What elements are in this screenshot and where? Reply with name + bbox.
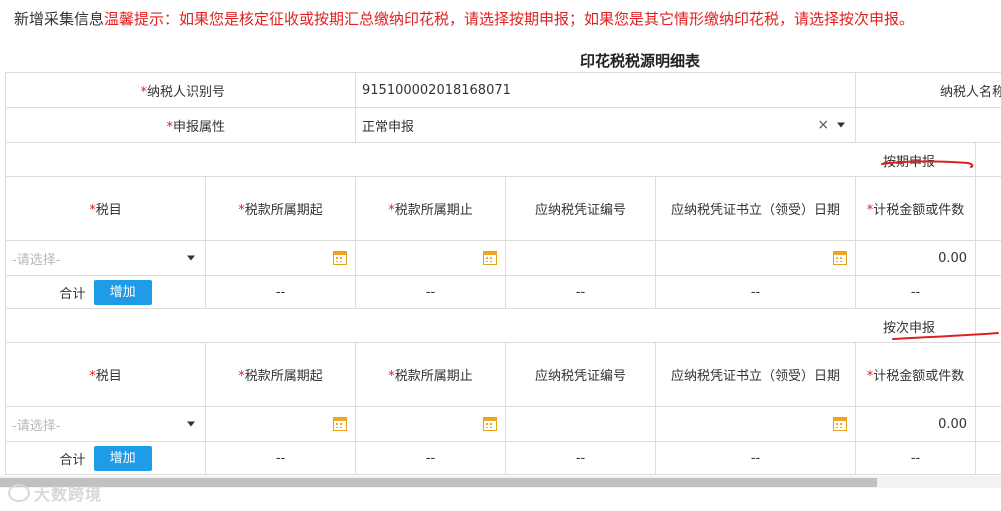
total-dash: -- [355, 441, 507, 475]
total-label: 合计 [59, 286, 86, 302]
calendar-icon[interactable] [833, 251, 848, 265]
declare-attr-label: *申报属性 [4, 107, 357, 143]
amount-input[interactable]: 0.00 [855, 240, 977, 276]
total-dash: -- [655, 275, 857, 309]
total-dash: -- [855, 441, 977, 475]
col-amount: *计税金额或件数 [855, 176, 977, 241]
form-table: *纳税人识别号 915100002018168071 纳税人名称 *申报属性 正… [4, 72, 1001, 475]
total-label: 合计 [59, 452, 86, 468]
voucher-date-input[interactable] [655, 406, 857, 442]
section-per-instance-input-row: -请选择- 0.00 [5, 406, 1001, 442]
form-table-wrap: *纳税人识别号 915100002018168071 纳税人名称 *申报属性 正… [4, 72, 1001, 475]
tax-item-placeholder: -请选择- [12, 252, 61, 268]
chevron-down-icon[interactable] [837, 122, 846, 128]
calendar-icon[interactable] [833, 417, 848, 431]
declare-attr-select[interactable]: 正常申报 × [355, 107, 857, 143]
total-dash: -- [505, 441, 657, 475]
col-period-end: *税款所属期止 [355, 176, 507, 241]
tax-item-select[interactable]: -请选择- [5, 406, 206, 442]
voucher-date-input[interactable] [655, 240, 857, 276]
total-dash: -- [855, 275, 977, 309]
watermark-logo-icon [8, 484, 30, 502]
add-button[interactable]: 增加 [93, 445, 152, 471]
tax-item-placeholder: -请选择- [12, 418, 61, 434]
section-periodic-total-row: 合计 增加 -- -- -- -- -- [5, 275, 1001, 309]
form-title: 印花税税源明细表 [580, 52, 701, 70]
calendar-icon[interactable] [333, 251, 348, 265]
section-per-instance-header: 按次申报 [4, 308, 1001, 343]
calendar-icon[interactable] [483, 417, 498, 431]
total-dash: -- [204, 275, 357, 309]
period-end-input[interactable] [355, 406, 507, 442]
col-tax-item: *税目 [5, 342, 206, 407]
calendar-icon[interactable] [483, 251, 498, 265]
col-tax-item: *税目 [5, 176, 206, 241]
notice-prefix: 新增采集信息 [14, 10, 105, 28]
horizontal-scrollbar[interactable] [0, 476, 1001, 488]
notice-warning: 温馨提示：如果您是核定征收或按期汇总缴纳印花税，请选择按期申报；如果您是其它情形… [104, 10, 915, 28]
section-per-instance-total-row: 合计 增加 -- -- -- -- -- [5, 441, 1001, 475]
notice-bar: 新增采集信息温馨提示：如果您是核定征收或按期汇总缴纳印花税，请选择按期申报；如果… [14, 8, 914, 29]
taxpayer-id-row: *纳税人识别号 915100002018168071 纳税人名称 [4, 72, 1001, 108]
col-period-start: *税款所属期起 [204, 342, 357, 407]
chevron-down-icon[interactable] [187, 421, 195, 427]
watermark: 大数跨境 [8, 481, 102, 505]
col-amount: *计税金额或件数 [855, 342, 977, 407]
col-voucher-no: 应纳税凭证编号 [505, 342, 657, 407]
voucher-no-input[interactable] [505, 406, 657, 442]
total-dash: -- [505, 275, 657, 309]
watermark-text: 大数跨境 [34, 485, 103, 504]
declare-attr-row: *申报属性 正常申报 × [4, 107, 1001, 143]
add-button[interactable]: 增加 [93, 279, 152, 305]
section-periodic-columns: *税目 *税款所属期起 *税款所属期止 应纳税凭证编号 应纳税凭证书立（领受）日… [5, 176, 1001, 241]
total-dash: -- [655, 441, 857, 475]
section-per-instance-title: 按次申报 [4, 308, 977, 343]
section-periodic-title: 按期申报 [4, 142, 977, 177]
taxpayer-id-label: *纳税人识别号 [4, 72, 357, 108]
chevron-down-icon[interactable] [187, 255, 195, 261]
voucher-no-input[interactable] [505, 240, 657, 276]
declare-attr-empty [855, 107, 1001, 143]
col-period-start: *税款所属期起 [204, 176, 357, 241]
total-cell: 合计 增加 [5, 275, 206, 309]
period-start-input[interactable] [204, 406, 357, 442]
period-end-input[interactable] [355, 240, 507, 276]
total-dash: -- [204, 441, 357, 475]
page: 新增采集信息温馨提示：如果您是核定征收或按期汇总缴纳印花税，请选择按期申报；如果… [0, 0, 1001, 511]
section-periodic-input-row: -请选择- 0.00 [5, 240, 1001, 276]
section-per-instance-columns: *税目 *税款所属期起 *税款所属期止 应纳税凭证编号 应纳税凭证书立（领受）日… [5, 342, 1001, 407]
col-voucher-date: 应纳税凭证书立（领受）日期 [655, 176, 857, 241]
declare-attr-value: 正常申报 [362, 119, 415, 135]
taxpayer-id-value: 915100002018168071 [355, 72, 857, 108]
taxpayer-name-label: 纳税人名称 [855, 72, 1001, 108]
col-voucher-no: 应纳税凭证编号 [505, 176, 657, 241]
calendar-icon[interactable] [333, 417, 348, 431]
clear-icon[interactable]: × [817, 117, 829, 133]
tax-item-select[interactable]: -请选择- [5, 240, 206, 276]
period-start-input[interactable] [204, 240, 357, 276]
total-dash: -- [355, 275, 507, 309]
col-voucher-date: 应纳税凭证书立（领受）日期 [655, 342, 857, 407]
section-periodic-header: 按期申报 [4, 142, 1001, 177]
scrollbar-thumb[interactable] [0, 478, 877, 487]
total-cell: 合计 增加 [5, 441, 206, 475]
amount-input[interactable]: 0.00 [855, 406, 977, 442]
col-period-end: *税款所属期止 [355, 342, 507, 407]
